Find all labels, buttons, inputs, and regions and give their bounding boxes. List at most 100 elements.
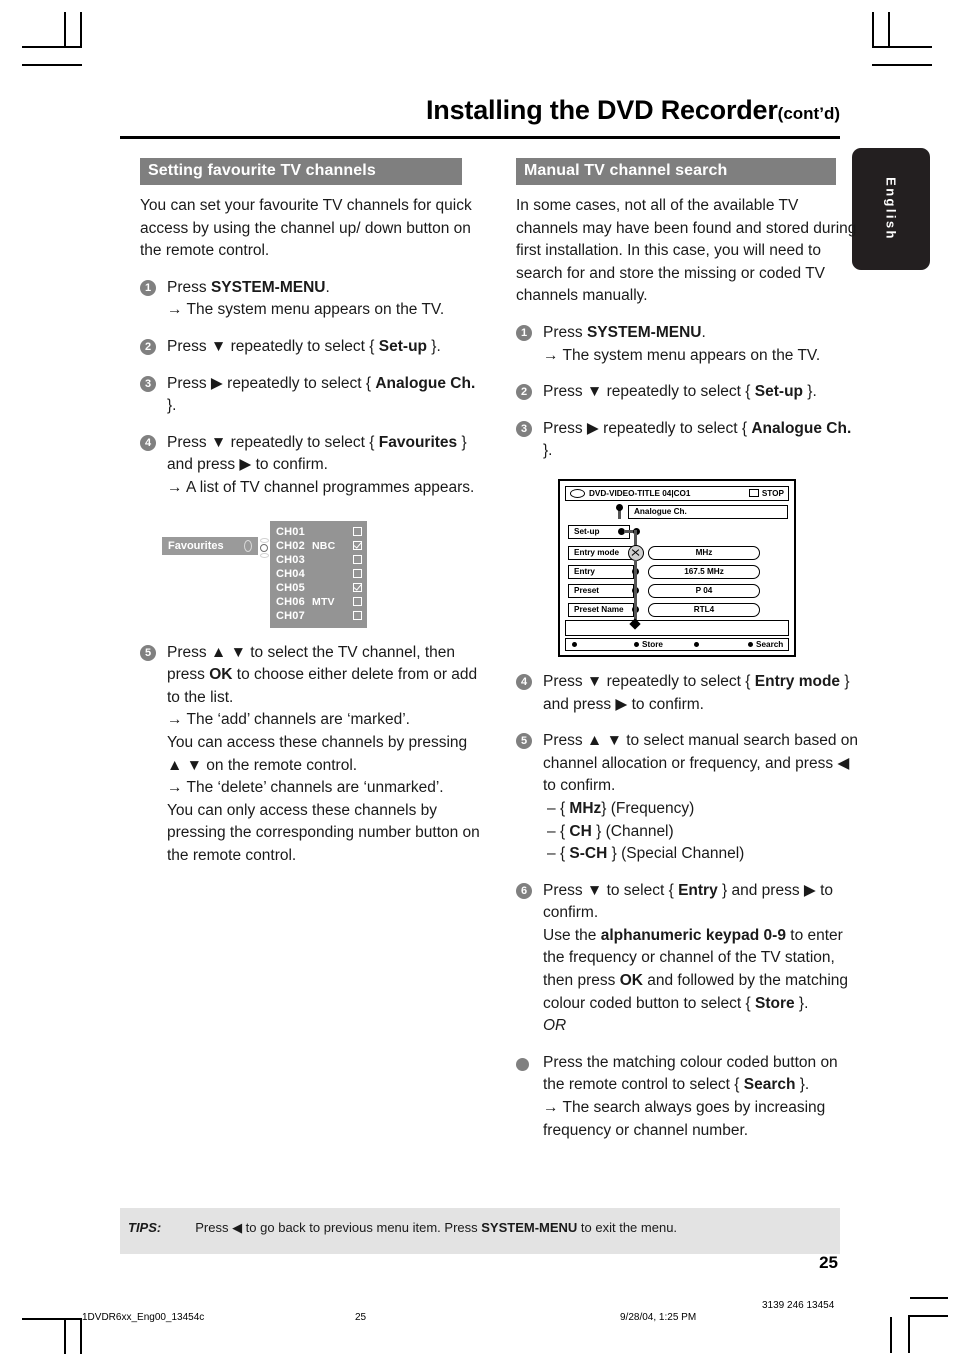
step-text-pre: Press ▶ repeatedly to select { <box>543 419 752 437</box>
tips-text-post: to exit the menu. <box>577 1220 678 1235</box>
osd-field-entry-mode[interactable]: Entry mode <box>568 545 634 560</box>
crop-mark-tl-h <box>22 46 82 48</box>
osd-value-entry-mode[interactable]: MHz <box>648 545 760 560</box>
left-steps-list-continued: 5 Press ▲ ▼ to select the TV channel, th… <box>140 642 486 868</box>
step-text-post: . <box>325 278 330 296</box>
osd-colour-button-1[interactable] <box>572 641 580 647</box>
osd-value-preset-name[interactable]: RTL4 <box>648 602 760 617</box>
option-open: { <box>559 799 570 817</box>
language-tab-english: English <box>852 148 930 270</box>
step-text-pre: Press ▼ repeatedly to select { <box>543 383 755 401</box>
osd-search-label: Search <box>756 639 784 649</box>
p2-post: }. <box>794 994 809 1012</box>
step-text-post: }. <box>427 337 441 355</box>
channel-checkbox[interactable] <box>353 611 362 621</box>
channel-name: CH04 <box>276 567 305 580</box>
osd-field-setup-label: Set-up <box>574 527 600 537</box>
list-item: CH02 NBC <box>276 539 362 553</box>
print-footer-code: 3139 246 13454 <box>762 1300 835 1311</box>
osd-field-preset-name[interactable]: Preset Name <box>568 602 634 617</box>
disc-icon <box>570 488 585 498</box>
step-result: → A list of TV channel programmes appear… <box>167 478 475 496</box>
crop-mark-bl-v2 <box>64 1318 66 1354</box>
step-text-bold: Favourites <box>378 433 458 451</box>
crop-mark-bl-h <box>22 1318 82 1320</box>
step-text-post: . <box>701 323 706 341</box>
tips-content: TIPS: Press ◀ to go back to previous menu… <box>120 1208 840 1236</box>
channel-checkbox[interactable] <box>353 527 362 537</box>
option-close: } (Frequency) <box>601 799 695 817</box>
step-text-pre: Press ▼ repeatedly to select { <box>543 672 755 690</box>
osd-value-entry[interactable]: 167.5 MHz <box>648 564 760 579</box>
osd-field-analogue-ch-label: Analogue Ch. <box>634 507 687 517</box>
osd-field-preset-label: Preset <box>574 586 600 596</box>
step-number: 1 <box>140 279 156 296</box>
crop-mark-br-h2 <box>908 1315 948 1317</box>
osd-value-entry-mode-text: MHz <box>695 548 713 558</box>
list-item: CH04 <box>276 567 362 581</box>
osd-field-analogue-ch[interactable]: Analogue Ch. <box>628 504 788 519</box>
step-text-bold: OK <box>209 666 233 684</box>
osd-value-preset[interactable]: P 04 <box>648 583 760 598</box>
channel-checkbox[interactable] <box>353 597 362 607</box>
right-bullet-step-search: Press the matching colour coded button o… <box>516 1052 862 1142</box>
step-text-bold: Entry mode <box>754 672 841 690</box>
right-step-4: 4 Press ▼ repeatedly to select { Entry m… <box>516 671 862 716</box>
osd-titlebar: DVD-VIDEO-TITLE 04|CO1 STOP <box>565 485 789 501</box>
left-step-1: 1 Press SYSTEM-MENU. → The system menu a… <box>140 277 486 322</box>
option-dash: – <box>547 822 556 840</box>
channel-name: CH02 <box>276 539 305 552</box>
option-bold: CH <box>569 822 592 840</box>
step-result: → The system menu appears on the TV. <box>167 301 445 319</box>
osd-field-entry[interactable]: Entry <box>568 564 634 579</box>
step-result-1-detail: You can access these channels by pressin… <box>167 733 468 774</box>
option-open: { <box>559 822 570 840</box>
section-header-favourites: Setting favourite TV channels <box>140 158 462 185</box>
channel-checkbox-checked[interactable] <box>353 541 362 551</box>
osd-colour-button-3[interactable] <box>694 641 702 647</box>
osd-field-preset[interactable]: Preset <box>568 583 634 598</box>
step-text-bold: Set-up <box>378 337 427 355</box>
step-text-pre: Press <box>167 278 211 296</box>
left-column: Setting favourite TV channels You can se… <box>140 158 486 867</box>
favourites-menu-mock: Favourites CH01 CH02 NBC CH03 CH04 CH05 … <box>162 518 486 628</box>
step-number: 1 <box>516 324 532 341</box>
crop-mark-br-v <box>890 1317 892 1353</box>
osd-connector-line <box>634 559 637 622</box>
step-text-bold: Analogue Ch. <box>375 374 476 392</box>
step-text-bold: SYSTEM-MENU <box>210 278 326 296</box>
left-step-2: 2 Press ▼ repeatedly to select { Set-up … <box>140 336 486 359</box>
channel-name: CH01 <box>276 525 305 538</box>
osd-colour-button-store[interactable]: Store <box>634 640 663 649</box>
channel-checkbox[interactable] <box>353 555 362 565</box>
osd-colour-button-search[interactable]: Search <box>748 640 783 649</box>
language-tab-label: English <box>883 177 899 241</box>
step-text-pre: Press ▶ repeatedly to select { <box>167 374 376 392</box>
tips-text-bold: SYSTEM-MENU <box>481 1220 578 1235</box>
step-number: 3 <box>516 420 532 437</box>
p2-pre: Use the <box>543 926 601 944</box>
bullet-text-post: }. <box>795 1076 810 1094</box>
colour-dot-icon <box>694 641 699 647</box>
step-text-bold: Entry <box>678 881 718 899</box>
cursor-updown-icon <box>260 537 269 558</box>
step-number: 5 <box>140 644 156 661</box>
left-step-5: 5 Press ▲ ▼ to select the TV channel, th… <box>140 642 486 868</box>
step-result: → The system menu appears on the TV. <box>543 346 821 364</box>
right-steps-list-continued: 4 Press ▼ repeatedly to select { Entry m… <box>516 671 862 1038</box>
list-item: CH01 <box>276 525 362 539</box>
option-s-ch: – { S-CH } (Special Channel) <box>543 843 862 866</box>
list-item: CH06 MTV <box>276 595 362 609</box>
channel-checkbox-checked[interactable] <box>353 583 362 593</box>
step-text-post: }. <box>167 397 177 415</box>
channel-name: CH06 <box>276 595 305 608</box>
right-step-2: 2 Press ▼ repeatedly to select { Set-up … <box>516 381 862 404</box>
step-text-pre: Press ▼ repeatedly to select { <box>167 337 379 355</box>
osd-field-entry-mode-label: Entry mode <box>574 548 620 558</box>
crop-mark-tl-v <box>80 12 82 48</box>
step-text-pre: Press ▼ repeatedly to select { <box>167 433 379 451</box>
step-6-or: OR <box>543 1017 567 1035</box>
step-number: 5 <box>516 733 532 750</box>
channel-checkbox[interactable] <box>353 569 362 579</box>
step-number: 2 <box>516 384 532 401</box>
